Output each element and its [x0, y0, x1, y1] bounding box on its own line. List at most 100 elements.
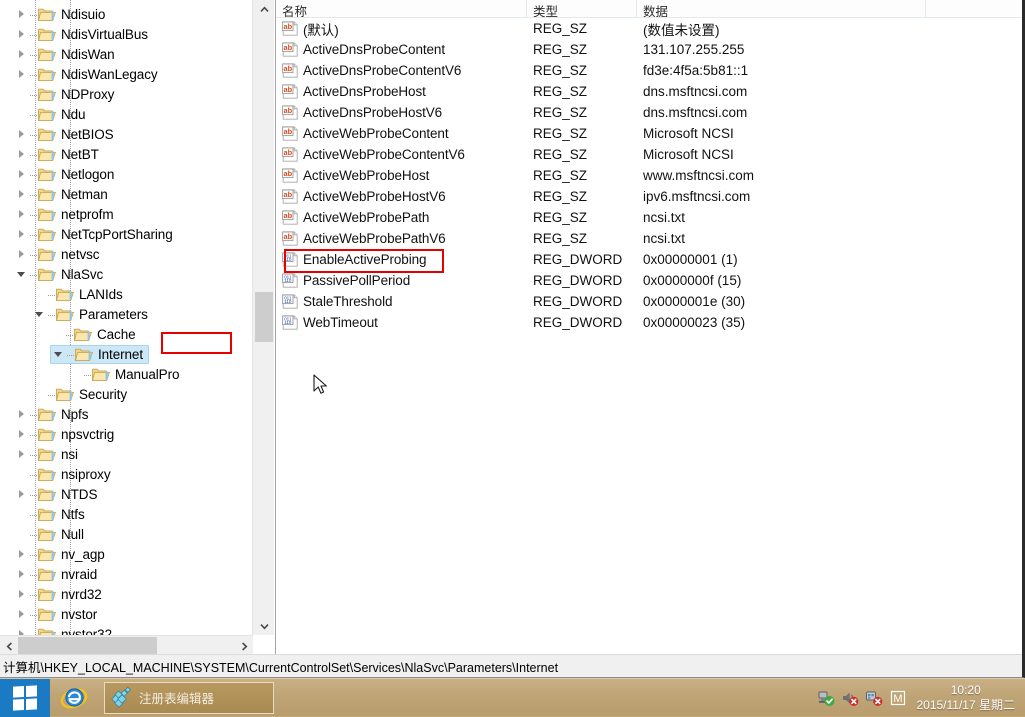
tree-item-content[interactable]: Parameters	[32, 305, 153, 324]
value-name-cell[interactable]: abActiveWebProbeContent	[276, 126, 527, 141]
tree-item-content[interactable]: nv_agp	[14, 545, 110, 564]
tree-item-content[interactable]: Security	[32, 385, 132, 404]
scroll-up-button[interactable]	[255, 0, 273, 18]
tray-volume-muted-icon[interactable]	[838, 679, 862, 717]
scroll-down-button[interactable]	[255, 617, 273, 635]
chevron-right-icon[interactable]	[14, 166, 30, 182]
value-row[interactable]: abActiveDnsProbeContentREG_SZ131.107.255…	[276, 39, 1022, 60]
value-name-cell[interactable]: abActiveDnsProbeContent	[276, 42, 527, 57]
value-row[interactable]: abActiveWebProbePathV6REG_SZncsi.txt	[276, 228, 1022, 249]
tree-item-content[interactable]: nsi	[14, 445, 83, 464]
tree-item-content[interactable]: Ndisuio	[14, 5, 110, 24]
tree-item-content[interactable]: NdisWan	[14, 45, 120, 64]
chevron-right-icon[interactable]	[14, 66, 30, 82]
value-name-cell[interactable]: abActiveDnsProbeHost	[276, 84, 527, 99]
value-row[interactable]: 011110PassivePollPeriodREG_DWORD0x000000…	[276, 270, 1022, 291]
value-name-cell[interactable]: 011110WebTimeout	[276, 315, 527, 330]
tree-item-content[interactable]: Ndu	[14, 105, 90, 124]
tree-item-nvstor[interactable]: nvstor	[0, 604, 253, 624]
chevron-right-icon[interactable]	[14, 546, 30, 562]
tree-item-netbt[interactable]: NetBT	[0, 144, 253, 164]
tree-item-npfs[interactable]: Npfs	[0, 404, 253, 424]
value-name-cell[interactable]: abActiveWebProbeHostV6	[276, 189, 527, 204]
value-name-cell[interactable]: 011110EnableActiveProbing	[276, 252, 527, 267]
column-header-data[interactable]: 数据	[637, 0, 926, 17]
tree-item-content[interactable]: Cache	[50, 325, 141, 344]
value-row[interactable]: abActiveDnsProbeHostREG_SZdns.msftncsi.c…	[276, 81, 1022, 102]
value-name-cell[interactable]: abActiveWebProbeHost	[276, 168, 527, 183]
tree-item-content[interactable]: Internet	[50, 345, 149, 364]
tree-item-lanids[interactable]: LANIds	[0, 284, 253, 304]
value-row[interactable]: abActiveWebProbeHostV6REG_SZipv6.msftncs…	[276, 186, 1022, 207]
taskbar-clock[interactable]: 10:20 2015/11/17 星期二	[916, 683, 1019, 713]
tree-item-nvstor32[interactable]: nvstor32	[0, 624, 253, 635]
tree-item-content[interactable]: nvrd32	[14, 585, 107, 604]
value-row[interactable]: 011110StaleThresholdREG_DWORD0x0000001e …	[276, 291, 1022, 312]
tree-item-nsi[interactable]: nsi	[0, 444, 253, 464]
tree-item-content[interactable]: LANIds	[32, 285, 128, 304]
tree-item-content[interactable]: netprofm	[14, 205, 118, 224]
tree-item-ndiswan[interactable]: NdisWan	[0, 44, 253, 64]
chevron-down-icon[interactable]	[14, 266, 30, 282]
tree-horizontal-scroll-thumb[interactable]	[18, 637, 157, 655]
tree-item-npsvctrig[interactable]: npsvctrig	[0, 424, 253, 444]
tree-item-ndisvirtualbus[interactable]: NdisVirtualBus	[0, 24, 253, 44]
tree-item-content[interactable]: netvsc	[14, 245, 104, 264]
chevron-right-icon[interactable]	[14, 486, 30, 502]
scroll-right-button[interactable]	[235, 637, 253, 655]
value-name-cell[interactable]: abActiveDnsProbeHostV6	[276, 105, 527, 120]
values-list[interactable]: ab(默认)REG_SZ(数值未设置)abActiveDnsProbeConte…	[276, 18, 1022, 333]
value-row[interactable]: abActiveDnsProbeHostV6REG_SZdns.msftncsi…	[276, 102, 1022, 123]
value-row[interactable]: abActiveWebProbeContentV6REG_SZMicrosoft…	[276, 144, 1022, 165]
chevron-right-icon[interactable]	[14, 186, 30, 202]
tree-vertical-scrollbar[interactable]	[252, 0, 274, 635]
value-row[interactable]: 011110WebTimeoutREG_DWORD0x00000023 (35)	[276, 312, 1022, 333]
tree-item-content[interactable]: NetTcpPortSharing	[14, 225, 178, 244]
tree-item-cache[interactable]: Cache	[0, 324, 253, 344]
tree-item-content[interactable]: Netman	[14, 185, 113, 204]
chevron-right-icon[interactable]	[14, 566, 30, 582]
chevron-right-icon[interactable]	[14, 406, 30, 422]
value-row[interactable]: abActiveWebProbeHostREG_SZwww.msftncsi.c…	[276, 165, 1022, 186]
value-name-cell[interactable]: abActiveWebProbeContentV6	[276, 147, 527, 162]
value-name-cell[interactable]: ab(默认)	[276, 19, 527, 39]
tree-item-content[interactable]: NDProxy	[14, 85, 119, 104]
tree-item-content[interactable]: NlaSvc	[14, 265, 108, 284]
tree-item-ntfs[interactable]: Ntfs	[0, 504, 253, 524]
taskbar-task-registry-editor[interactable]: 注册表编辑器	[104, 682, 274, 714]
tree-item-content[interactable]: NTDS	[14, 485, 102, 504]
taskbar-internet-explorer-button[interactable]	[50, 679, 98, 717]
tree-item-content[interactable]: nvstor32	[14, 625, 117, 636]
tray-letter-m-icon[interactable]: M	[886, 679, 910, 717]
tree-item-content[interactable]: NetBIOS	[14, 125, 119, 144]
chevron-right-icon[interactable]	[14, 446, 30, 462]
tree-item-netprofm[interactable]: netprofm	[0, 204, 253, 224]
tree-item-content[interactable]: NdisVirtualBus	[14, 25, 153, 44]
chevron-right-icon[interactable]	[14, 126, 30, 142]
tray-network-error-icon[interactable]	[862, 679, 886, 717]
value-name-cell[interactable]: 011110StaleThreshold	[276, 294, 527, 309]
chevron-right-icon[interactable]	[14, 606, 30, 622]
value-name-cell[interactable]: abActiveDnsProbeContentV6	[276, 63, 527, 78]
tree-item-content[interactable]: NetBT	[14, 145, 104, 164]
tree-item-internet[interactable]: Internet	[0, 344, 253, 364]
tree-item-ndiswanlegacy[interactable]: NdisWanLegacy	[0, 64, 253, 84]
chevron-right-icon[interactable]	[14, 206, 30, 222]
tree-item-content[interactable]: ManualPro	[68, 365, 184, 384]
tree-item-security[interactable]: Security	[0, 384, 253, 404]
tree-item-ndu[interactable]: Ndu	[0, 104, 253, 124]
tree-item-ndproxy[interactable]: NDProxy	[0, 84, 253, 104]
chevron-down-icon[interactable]	[51, 346, 67, 362]
tree-vertical-scroll-thumb[interactable]	[255, 292, 273, 342]
tree-item-content[interactable]: Netlogon	[14, 165, 119, 184]
chevron-right-icon[interactable]	[14, 146, 30, 162]
column-header-type[interactable]: 类型	[527, 0, 637, 17]
tree-item-content[interactable]: nvraid	[14, 565, 102, 584]
chevron-right-icon[interactable]	[14, 26, 30, 42]
tree-item-netlogon[interactable]: Netlogon	[0, 164, 253, 184]
tree-item-content[interactable]: Ntfs	[14, 505, 90, 524]
tree-item-content[interactable]: Null	[14, 525, 89, 544]
registry-tree-pane[interactable]: NdisuioNdisVirtualBusNdisWanNdisWanLegac…	[0, 0, 276, 655]
value-row[interactable]: abActiveWebProbePathREG_SZncsi.txt	[276, 207, 1022, 228]
tree-item-manualpro[interactable]: ManualPro	[0, 364, 253, 384]
